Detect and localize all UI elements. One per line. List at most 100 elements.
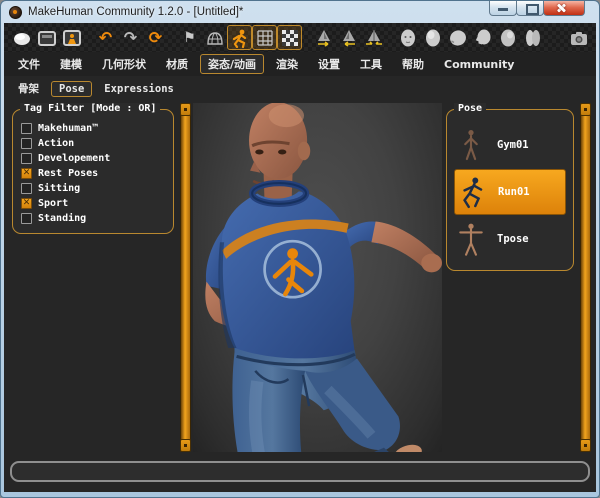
smooth-toggle-icon (280, 28, 300, 48)
pose-item-gym01[interactable]: Gym01 (454, 122, 566, 168)
window-title: MakeHuman Community 1.2.0 - [Untitled]* (28, 6, 243, 18)
subtab-expressions[interactable]: Expressions (96, 81, 182, 97)
checkbox-icon[interactable]: ✕ (21, 213, 32, 224)
grid-toggle-icon (255, 28, 275, 48)
pose-thumbnail-run01-icon (458, 171, 486, 213)
slider-handle-icon[interactable] (180, 439, 191, 452)
tag-filter-option-sport[interactable]: ✕ Sport (20, 196, 166, 211)
pose-panel-title: Pose (454, 103, 486, 114)
progress-bar (10, 461, 590, 482)
tab-utilities[interactable]: 工具 (352, 54, 390, 74)
pose-item-run01[interactable]: Run01 (454, 169, 566, 215)
face-front-icon (398, 28, 418, 48)
tag-filter-option-developement[interactable]: ✕ Developement (20, 151, 166, 166)
head-top-icon (423, 28, 443, 48)
save-icon (62, 28, 82, 48)
tab-pose-animate[interactable]: 姿态/动画 (200, 54, 264, 74)
main-tab-bar: 文件 建模 几何形状 材质 姿态/动画 渲染 设置 工具 帮助 Communit… (4, 52, 596, 76)
face-front-view-button[interactable] (395, 25, 420, 50)
subtab-pose[interactable]: Pose (51, 81, 92, 97)
main-toolbar: ↶ ↷ ⟳ ⚑ (4, 23, 596, 52)
symmetry-button[interactable] (361, 25, 386, 50)
new-mesh-icon (12, 28, 32, 48)
tab-file[interactable]: 文件 (10, 54, 48, 74)
slider-handle-icon[interactable] (180, 103, 191, 116)
app-frame: ↶ ↷ ⟳ ⚑ (4, 23, 596, 492)
left-panel: Tag Filter [Mode : OR] ✕ Makehuman™ ✕ Ac… (8, 102, 178, 453)
new-mesh-button[interactable] (9, 25, 34, 50)
minimize-button[interactable] (489, 1, 517, 16)
symmetry-left-icon (339, 28, 359, 48)
maximize-button[interactable] (516, 1, 544, 16)
ears-view-button[interactable] (520, 25, 545, 50)
subtab-skeleton[interactable]: 骨架 (10, 79, 47, 98)
symmetry-right-button[interactable] (311, 25, 336, 50)
tab-help[interactable]: 帮助 (394, 54, 432, 74)
ears-icon (523, 28, 543, 48)
pose-thumbnail-gym01-icon (457, 124, 485, 166)
tag-filter-group: Tag Filter [Mode : OR] ✕ Makehuman™ ✕ Ac… (12, 109, 174, 234)
tab-geometries[interactable]: 几何形状 (94, 54, 154, 74)
save-button[interactable] (59, 25, 84, 50)
head-top-view-button[interactable] (420, 25, 445, 50)
wireframe-icon (205, 28, 225, 48)
flag-button[interactable]: ⚑ (177, 25, 202, 50)
slider-handle-icon[interactable] (580, 439, 591, 452)
checkbox-icon[interactable]: ✕ (21, 138, 32, 149)
pose-thumbnail-tpose-icon (457, 218, 485, 260)
reset-icon: ⟳ (149, 30, 162, 46)
tab-community[interactable]: Community (436, 56, 522, 73)
tag-filter-option-action[interactable]: ✕ Action (20, 136, 166, 151)
pose-group: Pose Gym01 (446, 109, 574, 271)
checkbox-icon[interactable]: ✕ (21, 183, 32, 194)
tag-filter-title: Tag Filter [Mode : OR] (20, 103, 160, 114)
sub-tab-bar: 骨架 Pose Expressions (4, 76, 596, 100)
tag-filter-option-rest-poses[interactable]: ✕ Rest Poses (20, 166, 166, 181)
redo-button[interactable]: ↷ (118, 25, 143, 50)
wireframe-button[interactable] (202, 25, 227, 50)
symmetry-left-button[interactable] (336, 25, 361, 50)
pose-toggle-button[interactable] (227, 25, 252, 50)
close-button[interactable] (543, 1, 585, 16)
slider-handle-icon[interactable] (580, 103, 591, 116)
tab-settings[interactable]: 设置 (310, 54, 348, 74)
redo-icon: ↷ (124, 30, 137, 46)
character-model (193, 103, 442, 452)
screenshot-button[interactable] (566, 25, 591, 50)
reset-button[interactable]: ⟳ (143, 25, 168, 50)
smooth-toggle-button[interactable] (277, 25, 302, 50)
grid-toggle-button[interactable] (252, 25, 277, 50)
head-three-quarter-icon (448, 28, 468, 48)
tab-rendering[interactable]: 渲染 (268, 54, 306, 74)
app-logo-icon (9, 6, 22, 19)
viewport-3d[interactable] (193, 103, 442, 452)
checkbox-icon[interactable]: ✕ (21, 123, 32, 134)
head-three-quarter-view-button[interactable] (445, 25, 470, 50)
app-window: MakeHuman Community 1.2.0 - [Untitled]* (0, 0, 600, 498)
undo-button[interactable]: ↶ (93, 25, 118, 50)
load-icon (37, 28, 57, 48)
symmetry-icon (364, 28, 384, 48)
status-area (4, 455, 596, 492)
left-panel-slider[interactable] (180, 103, 191, 452)
checkbox-icon[interactable]: ✕ (21, 153, 32, 164)
pose-item-tpose[interactable]: Tpose (454, 216, 566, 262)
symmetry-right-icon (314, 28, 334, 48)
head-back-view-button[interactable] (495, 25, 520, 50)
checkbox-icon[interactable]: ✕ (21, 198, 32, 209)
pose-toggle-icon (230, 28, 250, 48)
tag-filter-option-standing[interactable]: ✕ Standing (20, 211, 166, 226)
tag-filter-option-makehuman[interactable]: ✕ Makehuman™ (20, 121, 166, 136)
head-profile-view-button[interactable] (470, 25, 495, 50)
screenshot-camera-icon (569, 28, 589, 48)
tag-filter-option-sitting[interactable]: ✕ Sitting (20, 181, 166, 196)
head-back-icon (498, 28, 518, 48)
checkbox-icon[interactable]: ✕ (21, 168, 32, 179)
load-button[interactable] (34, 25, 59, 50)
undo-icon: ↶ (99, 30, 112, 46)
flag-icon: ⚑ (183, 31, 196, 45)
right-panel-slider[interactable] (580, 103, 591, 452)
tab-materials[interactable]: 材质 (158, 54, 196, 74)
tab-modelling[interactable]: 建模 (52, 54, 90, 74)
window-controls (490, 1, 585, 16)
